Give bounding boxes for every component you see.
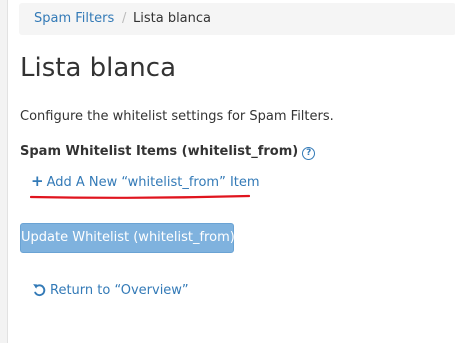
add-whitelist-item-label: Add A New “whitelist_from” Item (46, 175, 260, 190)
question-circle-icon[interactable]: ? (302, 147, 316, 160)
breadcrumb-current: Lista blanca (133, 11, 212, 26)
breadcrumb-separator: / (122, 11, 127, 26)
whitelist-section-label: Spam Whitelist Items (whitelist_from)? (20, 143, 316, 161)
page-description: Configure the whitelist settings for Spa… (20, 109, 334, 124)
undo-arrow-icon (33, 284, 46, 297)
plus-icon: + (31, 172, 44, 190)
breadcrumb: Spam Filters / Lista blanca (19, 3, 455, 35)
add-whitelist-item-link[interactable]: + Add A New “whitelist_from” Item (31, 172, 260, 192)
content-panel: Spam Filters / Lista blanca Lista blanca… (7, 0, 455, 343)
whitelist-section-label-text: Spam Whitelist Items (whitelist_from) (20, 144, 299, 159)
page-title: Lista blanca (20, 53, 177, 83)
return-to-overview-link[interactable]: Return to “Overview” (32, 282, 189, 300)
breadcrumb-spam-filters-link[interactable]: Spam Filters (34, 3, 114, 35)
red-annotation-underline (30, 194, 250, 199)
return-to-overview-label: Return to “Overview” (50, 283, 189, 298)
update-whitelist-button[interactable]: Update Whitelist (whitelist_from) (20, 223, 235, 253)
